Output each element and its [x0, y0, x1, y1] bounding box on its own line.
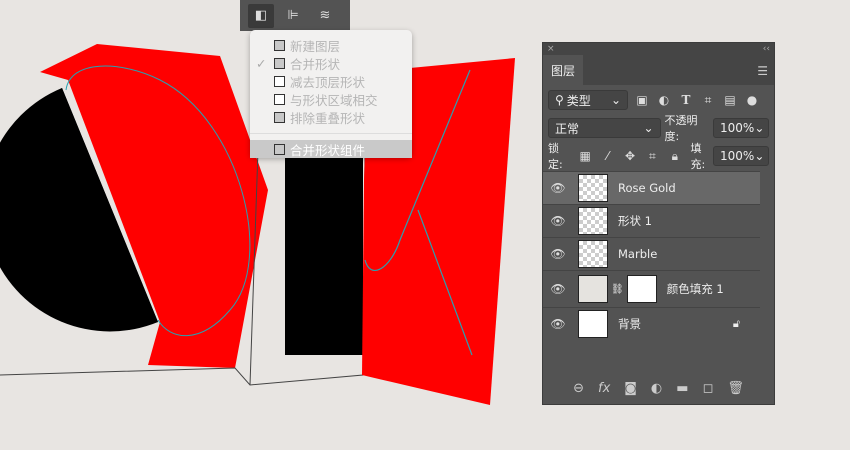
- new-layer-icon: [274, 39, 285, 51]
- path-operations-icon: ◧: [254, 8, 268, 23]
- adjustment-filter-icon[interactable]: ◐: [656, 93, 672, 107]
- layer-thumbnail: [578, 240, 608, 268]
- link-icon: ⛓︎: [611, 283, 624, 295]
- lock-all-icon[interactable]: 🔒︎: [668, 149, 681, 164]
- filter-toggle[interactable]: ●: [744, 93, 760, 107]
- layers-panel: × ‹‹ 图层 ☰ ⚲ 类型 ⌄ ▣ ◐ T ⌗ ▤ ● 正常 ⌄ 不透明度: 100% ⌄…: [542, 42, 775, 405]
- adjustment-layer-icon[interactable]: ◐: [651, 381, 662, 396]
- search-icon: ⚲: [555, 93, 564, 107]
- menu-item-new-layer[interactable]: 新建图层: [250, 36, 412, 54]
- check-icon: ✓: [256, 55, 267, 71]
- close-icon[interactable]: ×: [547, 43, 555, 55]
- layer-thumbnail: [578, 207, 608, 235]
- layer-mask-thumbnail: [626, 275, 657, 303]
- menu-divider: [250, 133, 412, 134]
- smart-object-filter-icon[interactable]: ▤: [722, 93, 738, 107]
- fx-icon[interactable]: fx: [598, 381, 610, 396]
- panel-menu-icon[interactable]: ☰: [757, 64, 768, 78]
- blend-mode-select[interactable]: 正常 ⌄: [548, 118, 661, 138]
- lock-icon: 🔓︎: [732, 317, 740, 330]
- collapse-icon[interactable]: ‹‹: [763, 43, 770, 55]
- layer-thumbnail: [578, 174, 608, 202]
- fill-input[interactable]: 100% ⌄: [713, 146, 770, 166]
- path-operations-button[interactable]: ◧: [248, 3, 274, 28]
- trash-icon[interactable]: 🗑︎: [727, 381, 744, 396]
- tab-layers[interactable]: 图层: [543, 55, 583, 85]
- chevron-down-icon: ⌄: [610, 93, 621, 107]
- fill-label: 填充:: [690, 142, 706, 171]
- visibility-eye-icon[interactable]: 👁︎: [543, 282, 573, 296]
- layer-row[interactable]: 👁︎ Marble: [543, 237, 760, 270]
- menu-item-intersect[interactable]: 与形状区域相交: [250, 90, 412, 108]
- lock-artboard-icon[interactable]: ⌗: [646, 149, 659, 164]
- merge-components-icon: [274, 143, 285, 155]
- visibility-eye-icon[interactable]: 👁︎: [543, 214, 573, 228]
- path-arrangement-button[interactable]: ≋: [312, 4, 338, 28]
- menu-item-exclude[interactable]: 排除重叠形状: [250, 108, 412, 126]
- align-icon: ⊫: [287, 8, 299, 23]
- menu-item-combine-shapes[interactable]: ✓ 合并形状: [250, 54, 412, 72]
- path-alignment-button[interactable]: ⊫: [280, 4, 306, 28]
- panel-footer: ⊖ fx ◙ ◐ ▬ ◻ 🗑︎: [543, 381, 774, 396]
- new-group-icon[interactable]: ▬: [676, 381, 688, 396]
- layer-thumbnail: [578, 275, 608, 303]
- arrange-icon: ≋: [319, 8, 331, 23]
- chevron-down-icon: ⌄: [754, 121, 765, 135]
- layer-row[interactable]: 👁︎ ⛓︎ 颜色填充 1: [543, 270, 760, 307]
- layer-row[interactable]: 👁︎ 形状 1: [543, 204, 760, 237]
- visibility-eye-icon[interactable]: 👁︎: [543, 317, 573, 331]
- menu-item-subtract-front[interactable]: 减去顶层形状: [250, 72, 412, 90]
- lock-pixels-icon[interactable]: ⁄: [601, 149, 614, 163]
- black-rect: [285, 150, 363, 355]
- type-filter-icon[interactable]: T: [678, 93, 694, 107]
- exclude-icon: [274, 111, 285, 123]
- new-layer-icon[interactable]: ◻: [703, 381, 714, 396]
- lock-position-icon[interactable]: ✥: [623, 149, 636, 163]
- chevron-down-icon: ⌄: [754, 149, 765, 163]
- visibility-eye-icon[interactable]: 👁︎: [543, 247, 573, 261]
- combine-shapes-icon: [274, 57, 285, 69]
- intersect-icon: [274, 93, 285, 105]
- opacity-input[interactable]: 100% ⌄: [713, 118, 769, 138]
- layer-row[interactable]: 👁︎ 背景 🔓︎: [543, 307, 760, 340]
- shape-filter-icon[interactable]: ⌗: [700, 93, 716, 108]
- link-layers-icon[interactable]: ⊖: [573, 381, 584, 396]
- menu-item-merge-components[interactable]: 合并形状组件: [250, 140, 412, 158]
- options-toolbar: ◧ ⊫ ≋: [240, 0, 350, 31]
- layer-thumbnail: [578, 310, 608, 338]
- add-mask-icon[interactable]: ◙: [624, 381, 637, 396]
- path-operations-menu: 新建图层 ✓ 合并形状 减去顶层形状 与形状区域相交 排除重叠形状 合并形状组件: [250, 30, 412, 158]
- subtract-front-icon: [274, 75, 285, 87]
- layers-list: 👁︎ Rose Gold 👁︎ 形状 1 👁︎ Marble 👁︎ ⛓︎ 颜色填充 1 👁…: [543, 171, 774, 340]
- layer-row[interactable]: 👁︎ Rose Gold: [543, 171, 760, 204]
- image-filter-icon[interactable]: ▣: [634, 93, 650, 107]
- filter-type-select[interactable]: ⚲ 类型 ⌄: [548, 90, 628, 110]
- chevron-down-icon: ⌄: [643, 121, 654, 135]
- visibility-eye-icon[interactable]: 👁︎: [543, 181, 573, 195]
- lock-label: 锁定:: [548, 142, 563, 171]
- lock-transparency-icon[interactable]: ▦: [579, 149, 592, 163]
